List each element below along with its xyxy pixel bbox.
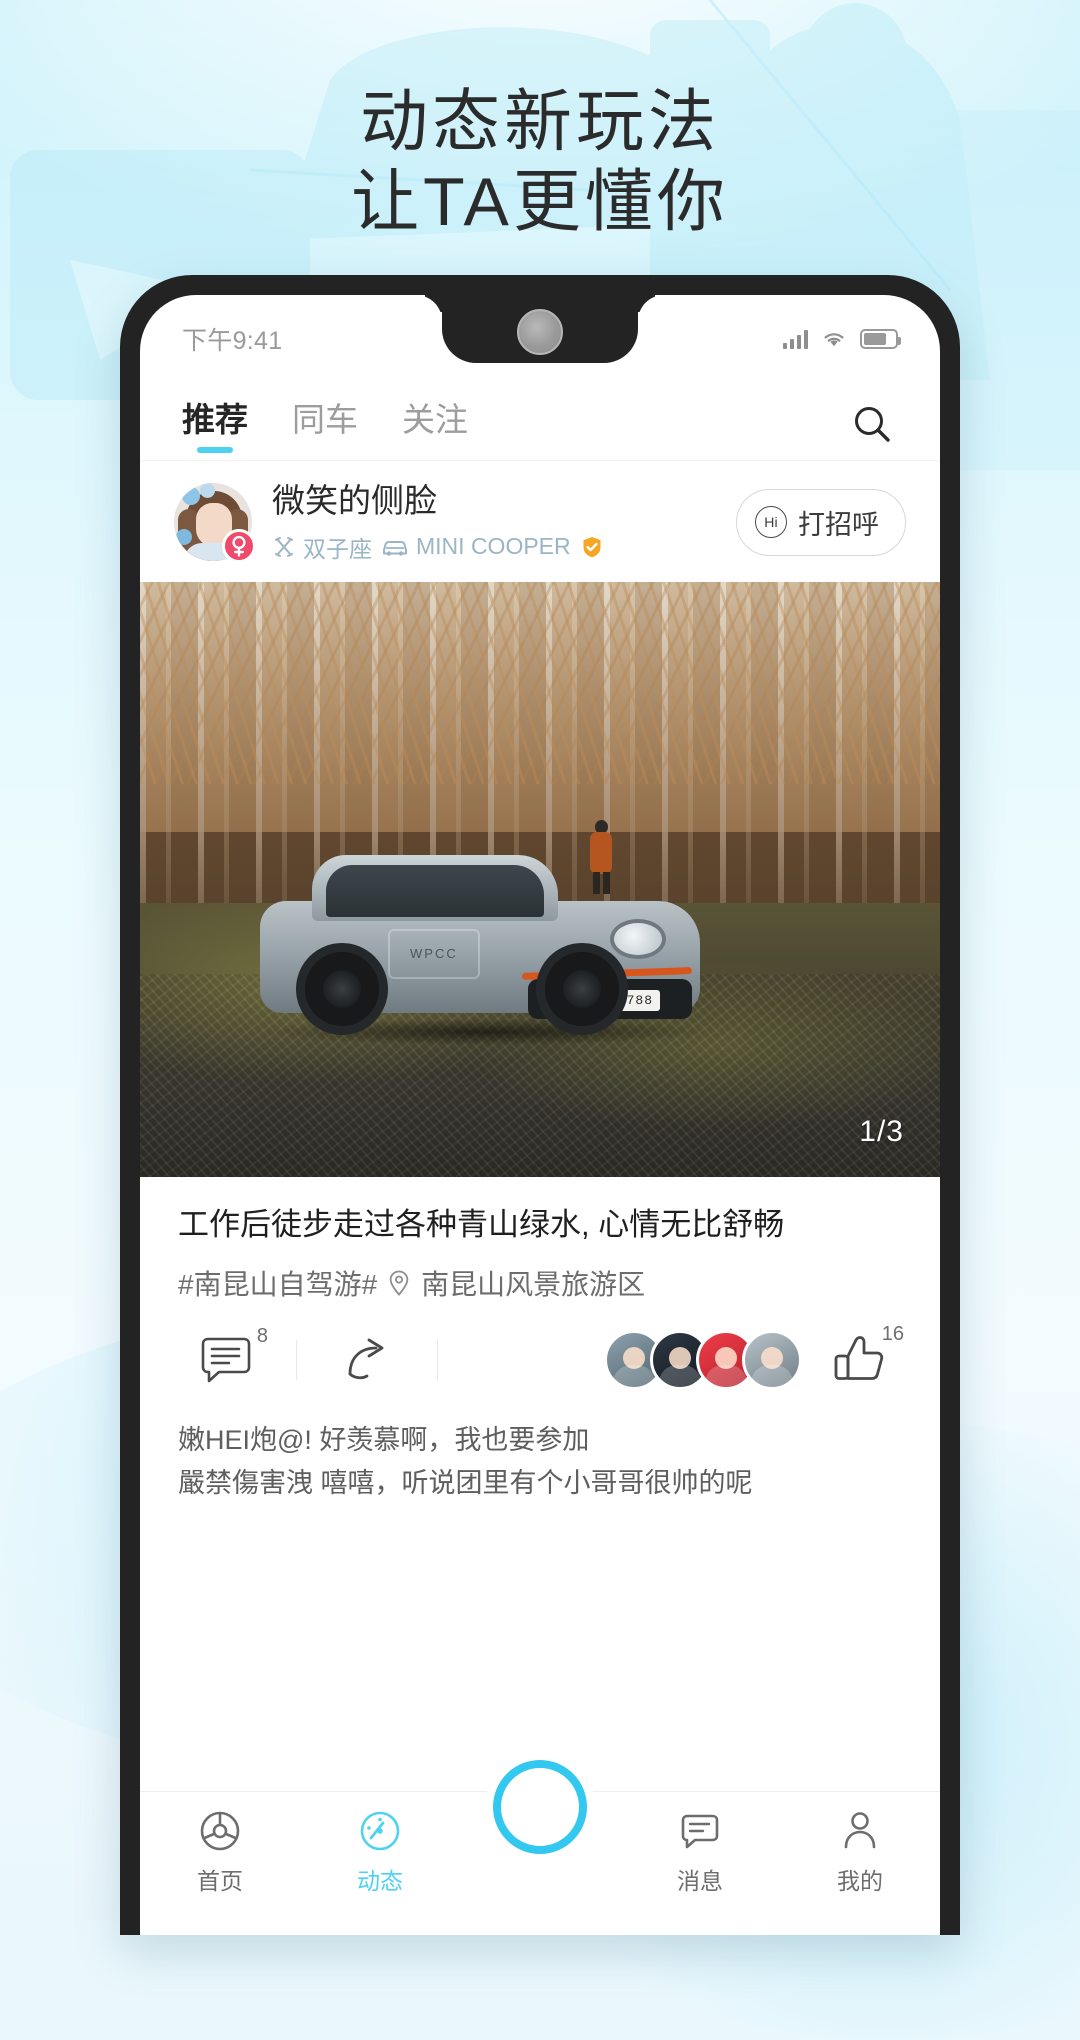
nav-item-home[interactable]: 首页 xyxy=(140,1808,300,1896)
comment-item[interactable]: 嚴禁傷害洩 嘻嘻，听说团里有个小哥哥很帅的呢 xyxy=(178,1462,902,1506)
comment-text: 好羡慕啊，我也要参加 xyxy=(319,1424,590,1455)
feed-tabs: 推荐 同车 关注 xyxy=(182,393,468,455)
post-action-bar: 8 16 xyxy=(140,1303,940,1409)
nav-label-profile: 我的 xyxy=(837,1868,883,1894)
search-icon xyxy=(855,406,890,442)
thumbs-up-icon xyxy=(834,1335,884,1380)
search-button[interactable] xyxy=(846,398,898,450)
phone-screen: 下午9:41 推荐 同车 关注 微笑的侧脸 双子座 MINI COOPER Hi… xyxy=(140,295,940,1935)
front-camera-icon xyxy=(517,309,563,355)
like-button[interactable]: 16 xyxy=(816,1323,904,1391)
comment-author: 嫩HEI炮@! xyxy=(178,1424,312,1455)
post-body: 工作后徒步走过各种青山绿水, 心情无比舒畅 #南昆山自驾游# 南昆山风景旅游区 xyxy=(140,1177,940,1303)
greet-button[interactable]: Hi 打招呼 xyxy=(736,488,906,556)
zodiac-label: 双子座 xyxy=(303,535,372,562)
nav-label-feed: 动态 xyxy=(357,1868,403,1894)
record-ring-icon xyxy=(493,1760,587,1854)
comment-list: 嫩HEI炮@! 好羡慕啊，我也要参加 嚴禁傷害洩 嘻嘻，听说团里有个小哥哥很帅的… xyxy=(140,1409,940,1506)
verified-badge-icon xyxy=(580,535,604,559)
headline-line-2: 让TA更懂你 xyxy=(351,164,729,241)
car-label: MINI COOPER xyxy=(416,533,571,560)
action-divider-1 xyxy=(296,1339,297,1380)
gemini-icon xyxy=(275,536,293,557)
comment-text: 嘻嘻，听说团里有个小哥哥很帅的呢 xyxy=(320,1468,753,1499)
share-icon xyxy=(348,1338,384,1379)
greet-button-label: 打招呼 xyxy=(798,509,879,540)
car-decal-text: WPCC xyxy=(410,945,458,961)
wifi-icon xyxy=(824,333,844,347)
car-icon xyxy=(383,540,407,556)
status-bar-time: 下午9:41 xyxy=(182,327,283,355)
post-photo[interactable]: WPCC 1·URW·788 1/3 xyxy=(140,581,940,1177)
nav-item-feed[interactable]: 动态 xyxy=(300,1808,460,1896)
tab-following[interactable]: 关注 xyxy=(402,393,468,455)
signal-bars-icon xyxy=(783,329,808,349)
tab-recommend[interactable]: 推荐 xyxy=(182,393,248,455)
headline-line-1: 动态新玩法 xyxy=(359,84,720,160)
top-tab-bar: 推荐 同车 关注 xyxy=(140,369,940,461)
photo-mini-cooper: WPCC 1·URW·788 xyxy=(260,845,706,1045)
comment-item[interactable]: 嫩HEI炮@! 好羡慕啊，我也要参加 xyxy=(178,1419,902,1463)
nav-label-messages: 消息 xyxy=(677,1868,723,1894)
photo-counter: 1/3 xyxy=(859,1114,904,1148)
post-meta: #南昆山自驾游# 南昆山风景旅游区 xyxy=(178,1263,902,1303)
message-icon xyxy=(681,1814,719,1849)
location-pin-icon xyxy=(387,1269,411,1297)
battery-icon xyxy=(860,329,901,349)
post-title: 工作后徒步走过各种青山绿水, 心情无比舒畅 xyxy=(178,1206,785,1242)
status-bar-icons xyxy=(783,329,901,349)
liker-avatars[interactable]: 16 xyxy=(460,1323,904,1391)
post-topic[interactable]: #南昆山自驾游# xyxy=(178,1263,377,1303)
share-button[interactable] xyxy=(319,1329,415,1391)
comment-author: 嚴禁傷害洩 xyxy=(178,1468,313,1499)
person-icon xyxy=(844,1812,876,1849)
promo-headline: 动态新玩法 让TA更懂你 xyxy=(0,82,1080,242)
author-name[interactable]: 微笑的侧脸 xyxy=(272,481,716,521)
comment-icon xyxy=(201,1337,251,1382)
greet-hi-icon: Hi xyxy=(755,506,787,539)
tab-same-car[interactable]: 同车 xyxy=(292,393,358,455)
comment-button[interactable]: 8 xyxy=(178,1325,274,1391)
phone-mockup: 下午9:41 推荐 同车 关注 微笑的侧脸 双子座 MINI COOPER Hi… xyxy=(120,275,960,1935)
liker-avatar xyxy=(742,1329,802,1390)
author-info: 微笑的侧脸 双子座 MINI COOPER xyxy=(272,481,716,564)
female-icon xyxy=(222,529,256,564)
nav-item-profile[interactable]: 我的 xyxy=(780,1808,940,1896)
bottom-nav-bar: 首页 动态 消息 我的 xyxy=(140,1760,940,1935)
nav-label-home: 首页 xyxy=(197,1868,243,1894)
speedometer-icon xyxy=(360,1811,400,1851)
like-count: 16 xyxy=(881,1322,904,1345)
action-divider-2 xyxy=(437,1339,438,1380)
avatar[interactable] xyxy=(174,483,256,564)
post-location[interactable]: 南昆山风景旅游区 xyxy=(421,1263,645,1303)
author-tags: 双子座 MINI COOPER xyxy=(272,530,716,564)
photo-canopy xyxy=(140,581,940,784)
nav-item-messages[interactable]: 消息 xyxy=(620,1808,780,1896)
comment-count: 8 xyxy=(256,1324,268,1347)
post-author-row: 微笑的侧脸 双子座 MINI COOPER Hi 打招呼 xyxy=(140,461,940,582)
zodiac-tag: 双子座 xyxy=(272,530,372,564)
steering-wheel-icon xyxy=(200,1811,240,1851)
car-tag: MINI COOPER xyxy=(381,533,571,560)
